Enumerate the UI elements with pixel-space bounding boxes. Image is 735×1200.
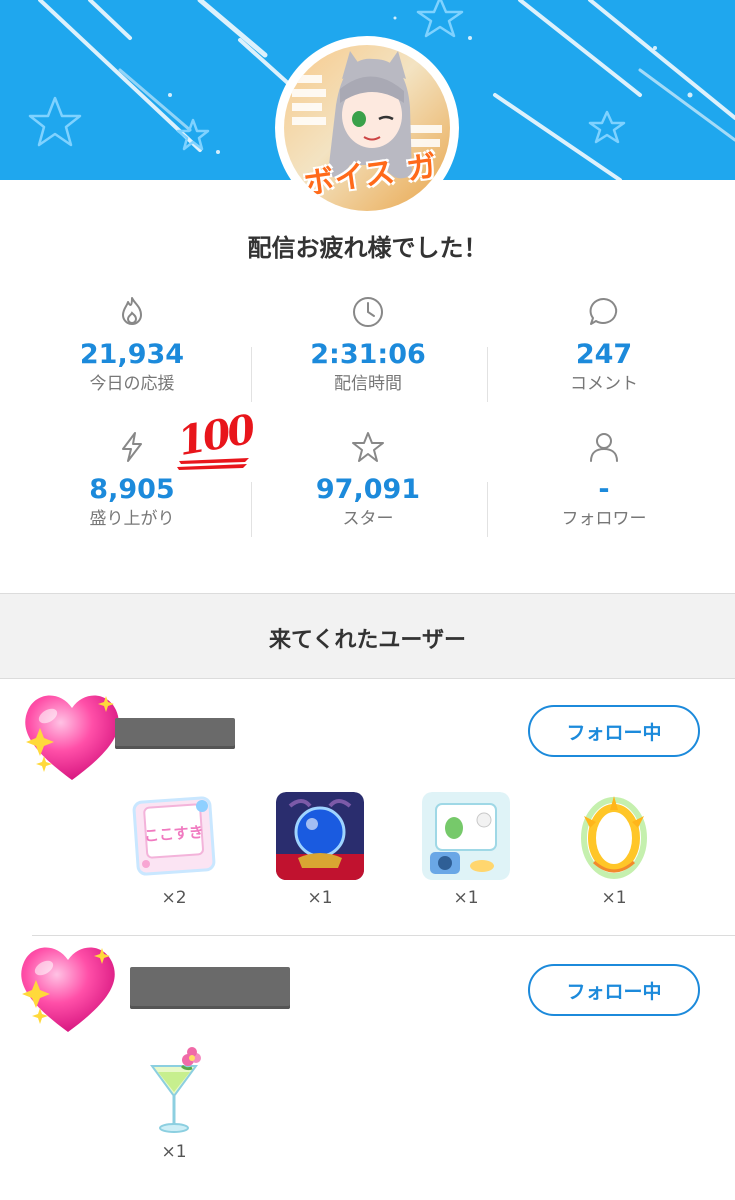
- sparkling-heart-icon: [25, 695, 119, 780]
- section-title: 来てくれたユーザー: [269, 628, 466, 653]
- stat-divider: [251, 482, 252, 537]
- lightning-icon: [122, 432, 142, 462]
- gift-count: ×1: [453, 888, 479, 908]
- gift-count: ×2: [161, 888, 187, 908]
- gift-item: ×1: [422, 792, 510, 908]
- cocktail-icon: [130, 1046, 218, 1134]
- row-divider: [32, 935, 735, 936]
- stat-value: 247: [575, 339, 633, 370]
- gift-count: ×1: [161, 1142, 187, 1162]
- stat-support: 21,934 今日の応援: [17, 295, 247, 395]
- follow-button[interactable]: フォロー中: [528, 964, 700, 1016]
- stat-value: -: [598, 474, 610, 505]
- frog-camera-icon: [422, 792, 510, 880]
- stat-divider: [487, 347, 488, 402]
- page-title: 配信お疲れ様でした！: [247, 234, 488, 262]
- stat-stars: 97,091 スター: [253, 430, 483, 530]
- gift-count: ×1: [307, 888, 333, 908]
- stat-comments: 247 コメント: [489, 295, 719, 395]
- gift-item: ×1: [276, 792, 364, 908]
- stat-divider: [251, 347, 252, 402]
- stat-value: 2:31:06: [310, 339, 426, 370]
- stat-label: コメント: [570, 374, 638, 394]
- stat-value: 8,905: [89, 474, 175, 505]
- kokosuki-card-icon: ここすき: [132, 796, 216, 876]
- stat-label: スター: [342, 509, 394, 529]
- gift-item: ×1: [130, 1046, 218, 1162]
- streamer-avatar[interactable]: ボイス ガチャ: [284, 45, 450, 211]
- gift-item: ここすき ×2: [130, 792, 218, 908]
- star-icon: [352, 432, 384, 462]
- stat-label: フォロワー: [561, 509, 647, 529]
- stat-value: 21,934: [79, 339, 185, 370]
- username-redacted: [115, 718, 235, 749]
- stat-followers: - フォロワー: [489, 430, 719, 530]
- stat-value: 97,091: [315, 474, 421, 505]
- fire-icon: [122, 297, 142, 325]
- stat-divider: [487, 482, 488, 537]
- follow-button[interactable]: フォロー中: [528, 705, 700, 757]
- sparkling-heart-icon: [21, 947, 115, 1032]
- stat-label: 盛り上がり: [89, 509, 175, 529]
- gift-item: ×1: [570, 792, 658, 908]
- stat-label: 今日の応援: [89, 374, 175, 394]
- person-icon: [590, 433, 618, 462]
- golden-aura-icon: [570, 792, 658, 880]
- username-redacted: [130, 967, 290, 1009]
- chat-bubble-icon: [589, 297, 618, 325]
- hundred-underline-icon: [177, 458, 249, 470]
- stat-stream-time: 2:31:06 配信時間: [253, 295, 483, 395]
- gift-count: ×1: [601, 888, 627, 908]
- crystal-ball-icon: [276, 792, 364, 880]
- stat-label: 配信時間: [334, 374, 402, 394]
- clock-icon: [353, 297, 383, 327]
